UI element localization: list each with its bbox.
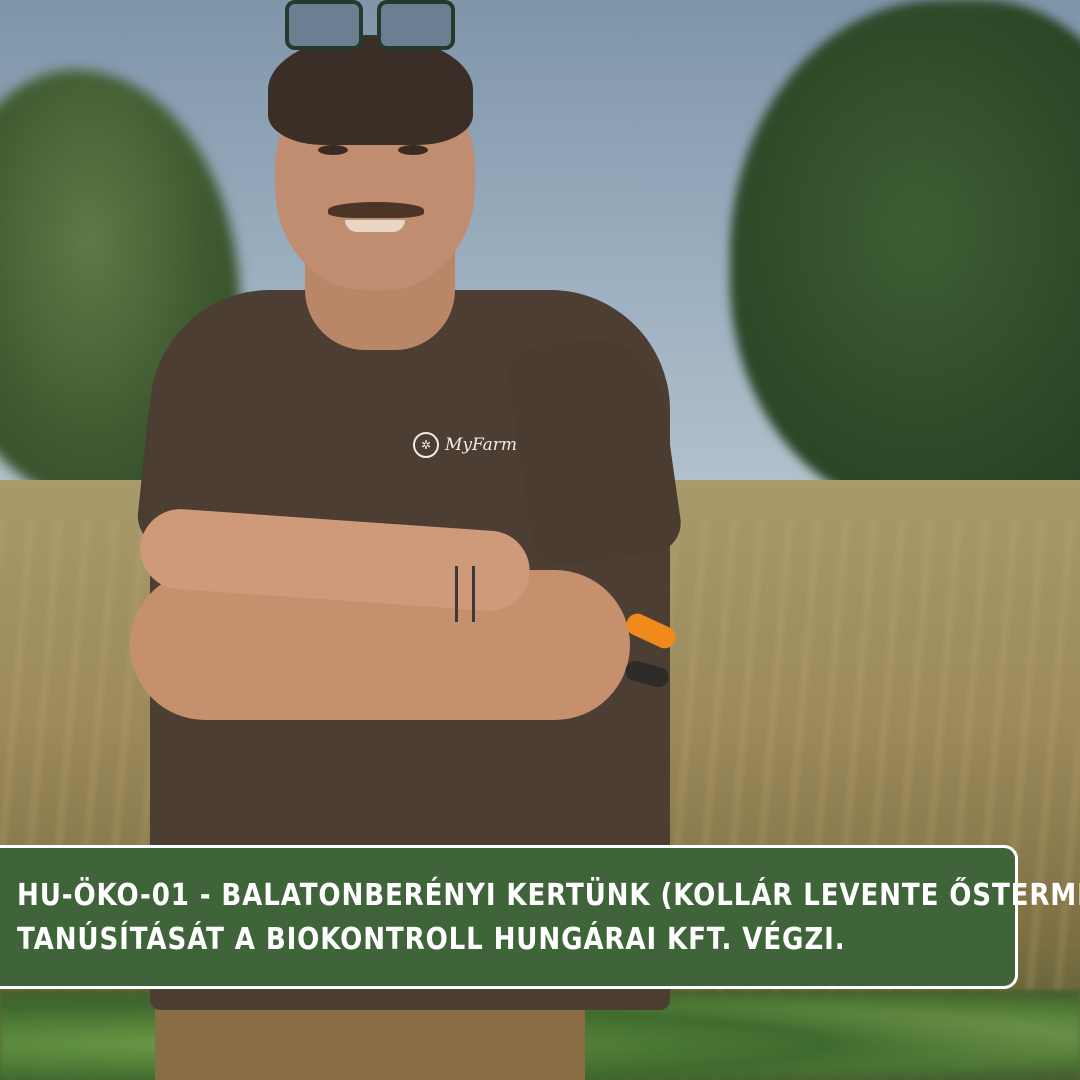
caption-banner: HU-ÖKO-01 - BALATONBERÉNYI KERTÜNK (KOLL… <box>0 845 1080 989</box>
smile <box>345 220 405 232</box>
pruning-shears-icon <box>622 610 680 690</box>
wheat-icon: ✲ <box>413 432 439 458</box>
photo-scene: ✲ MyFarm HU-ÖKO-01 - BALATONBERÉNYI KERT… <box>0 0 1080 1080</box>
eye-right <box>398 145 428 155</box>
hair <box>268 35 473 145</box>
moustache <box>328 202 424 218</box>
eye-left <box>318 145 348 155</box>
shirt-logo: ✲ MyFarm <box>413 432 517 458</box>
sunglasses-icon <box>285 0 455 50</box>
caption-line-1: HU-ÖKO-01 - BALATONBERÉNYI KERTÜNK (KOLL… <box>17 878 1080 913</box>
caption-line-2: TANÚSÍTÁSÁT A BIOKONTROLL HUNGÁRAI KFT. … <box>17 922 846 957</box>
shirt-logo-text: MyFarm <box>445 435 518 455</box>
bracelet <box>455 566 475 622</box>
